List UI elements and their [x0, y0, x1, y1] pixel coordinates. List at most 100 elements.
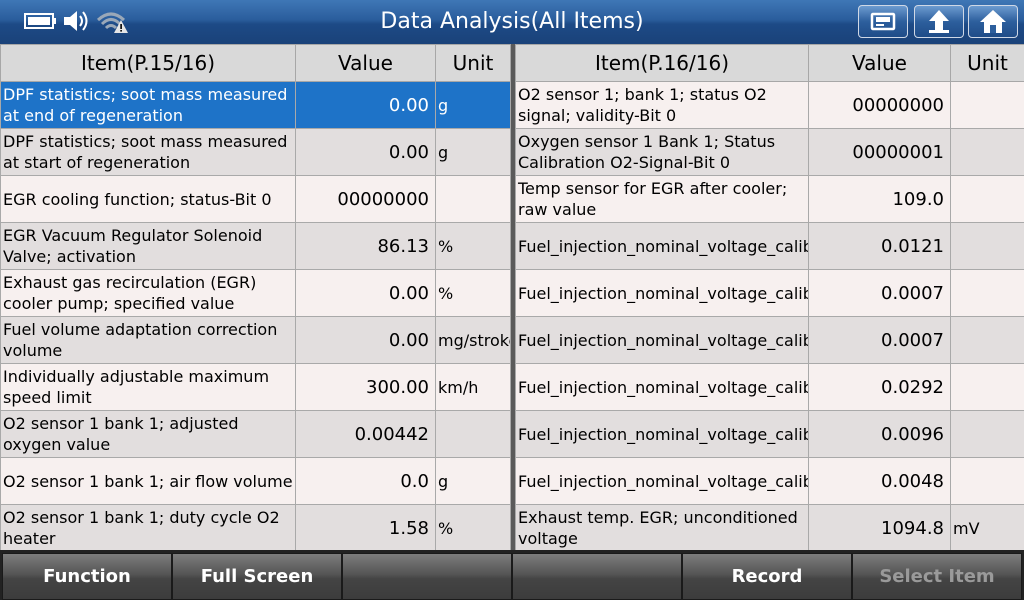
blank-button-1[interactable]	[342, 553, 512, 600]
value-cell: 00000000	[808, 81, 951, 129]
table-row[interactable]: DPF statistics; soot mass measured at en…	[0, 81, 511, 129]
item-cell: O2 sensor 1 bank 1; air flow volume	[0, 457, 296, 505]
home-button[interactable]	[968, 5, 1018, 38]
table-row[interactable]: Fuel_injection_nominal_voltage_calibrati…	[515, 363, 1024, 411]
item-cell: Fuel volume adaptation correction volume	[0, 316, 296, 364]
table-row[interactable]: Oxygen sensor 1 Bank 1; Status Calibrati…	[515, 128, 1024, 176]
blank-button-2[interactable]	[512, 553, 682, 600]
unit-cell: g	[435, 81, 511, 129]
value-cell: 0.00442	[295, 410, 436, 458]
right-table: Item(P.16/16) Value Unit O2 sensor 1; ba…	[515, 44, 1024, 552]
unit-cell	[950, 175, 1024, 223]
function-button[interactable]: Function	[2, 553, 172, 600]
table-row[interactable]: O2 sensor 1 bank 1; adjusted oxygen valu…	[0, 410, 511, 458]
table-row[interactable]: Exhaust gas recirculation (EGR) cooler p…	[0, 269, 511, 317]
unit-header: Unit	[435, 44, 511, 82]
value-cell: 0.0292	[808, 363, 951, 411]
item-cell: EGR Vacuum Regulator Solenoid Valve; act…	[0, 222, 296, 270]
item-cell: Temp sensor for EGR after cooler; raw va…	[515, 175, 809, 223]
value-cell: 1.58	[295, 504, 436, 552]
item-cell: O2 sensor 1; bank 1; status O2 signal; v…	[515, 81, 809, 129]
unit-cell: km/h	[435, 363, 511, 411]
value-cell: 300.00	[295, 363, 436, 411]
item-cell: DPF statistics; soot mass measured at en…	[0, 81, 296, 129]
item-cell: O2 sensor 1 bank 1; duty cycle O2 heater	[0, 504, 296, 552]
unit-cell	[435, 175, 511, 223]
value-cell: 0.00	[295, 316, 436, 364]
table-row[interactable]: O2 sensor 1 bank 1; duty cycle O2 heater…	[0, 504, 511, 552]
value-cell: 0.00	[295, 128, 436, 176]
select-item-button: Select Item	[852, 553, 1022, 600]
unit-cell: g	[435, 457, 511, 505]
table-row[interactable]: Fuel_injection_nominal_voltage_calibrati…	[515, 410, 1024, 458]
item-cell: Fuel_injection_nominal_voltage_calibrati…	[515, 363, 809, 411]
value-cell: 109.0	[808, 175, 951, 223]
printer-icon	[870, 12, 896, 31]
value-cell: 0.0048	[808, 457, 951, 505]
data-tables: Item(P.15/16) Value Unit DPF statistics;…	[0, 44, 1024, 552]
value-cell: 0.0	[295, 457, 436, 505]
value-cell: 0.0121	[808, 222, 951, 270]
value-cell: 0.0096	[808, 410, 951, 458]
unit-header: Unit	[950, 44, 1024, 82]
item-cell: Fuel_injection_nominal_voltage_calibrati…	[515, 222, 809, 270]
full-screen-button[interactable]: Full Screen	[172, 553, 342, 600]
item-cell: Exhaust gas recirculation (EGR) cooler p…	[0, 269, 296, 317]
unit-cell	[950, 222, 1024, 270]
table-row[interactable]: Fuel_injection_nominal_voltage_calibrati…	[515, 457, 1024, 505]
value-header: Value	[295, 44, 436, 82]
value-cell: 0.00	[295, 269, 436, 317]
battery-icon	[24, 8, 58, 34]
value-header: Value	[808, 44, 951, 82]
wifi-warning-icon	[96, 8, 130, 34]
table-row[interactable]: EGR cooling function; status-Bit 0 000000…	[0, 175, 511, 223]
record-button[interactable]: Record	[682, 553, 852, 600]
unit-cell	[950, 457, 1024, 505]
item-cell: Individually adjustable maximum speed li…	[0, 363, 296, 411]
value-cell: 86.13	[295, 222, 436, 270]
table-row[interactable]: Fuel_injection_nominal_voltage_calibrati…	[515, 269, 1024, 317]
value-cell: 1094.8	[808, 504, 951, 552]
table-row[interactable]: O2 sensor 1; bank 1; status O2 signal; v…	[515, 81, 1024, 129]
table-row[interactable]: Fuel volume adaptation correction volume…	[0, 316, 511, 364]
table-row[interactable]: Exhaust temp. EGR; unconditioned voltage…	[515, 504, 1024, 552]
left-table: Item(P.15/16) Value Unit DPF statistics;…	[0, 44, 511, 552]
value-cell: 0.00	[295, 81, 436, 129]
unit-cell	[950, 128, 1024, 176]
table-row[interactable]: Fuel_injection_nominal_voltage_calibrati…	[515, 316, 1024, 364]
unit-cell	[950, 269, 1024, 317]
unit-cell	[950, 81, 1024, 129]
back-icon	[929, 10, 949, 33]
item-cell: Fuel_injection_nominal_voltage_calibrati…	[515, 269, 809, 317]
value-cell: 0.0007	[808, 316, 951, 364]
item-cell: Fuel_injection_nominal_voltage_calibrati…	[515, 457, 809, 505]
table-row[interactable]: Individually adjustable maximum speed li…	[0, 363, 511, 411]
print-button[interactable]	[858, 5, 908, 38]
home-icon	[980, 10, 1006, 33]
table-row[interactable]: Fuel_injection_nominal_voltage_calibrati…	[515, 222, 1024, 270]
value-cell: 0.0007	[808, 269, 951, 317]
table-row[interactable]: EGR Vacuum Regulator Solenoid Valve; act…	[0, 222, 511, 270]
back-button[interactable]	[914, 5, 964, 38]
unit-cell: mV	[950, 504, 1024, 552]
unit-cell	[435, 410, 511, 458]
item-cell: EGR cooling function; status-Bit 0	[0, 175, 296, 223]
speaker-icon[interactable]	[62, 8, 92, 34]
item-cell: O2 sensor 1 bank 1; adjusted oxygen valu…	[0, 410, 296, 458]
bottom-toolbar: Function Full Screen Record Select Item	[0, 550, 1024, 600]
item-cell: Exhaust temp. EGR; unconditioned voltage	[515, 504, 809, 552]
item-cell: Fuel_injection_nominal_voltage_calibrati…	[515, 316, 809, 364]
table-row[interactable]: O2 sensor 1 bank 1; air flow volume 0.0 g	[0, 457, 511, 505]
value-cell: 00000000	[295, 175, 436, 223]
item-cell: DPF statistics; soot mass measured at st…	[0, 128, 296, 176]
value-cell: 00000001	[808, 128, 951, 176]
unit-cell: mg/stroke	[435, 316, 511, 364]
unit-cell: g	[435, 128, 511, 176]
table-row[interactable]: Temp sensor for EGR after cooler; raw va…	[515, 175, 1024, 223]
unit-cell	[950, 410, 1024, 458]
item-header: Item(P.16/16)	[515, 44, 809, 82]
unit-cell: %	[435, 269, 511, 317]
title-bar: Data Analysis(All Items)	[0, 0, 1024, 44]
item-cell: Oxygen sensor 1 Bank 1; Status Calibrati…	[515, 128, 809, 176]
table-row[interactable]: DPF statistics; soot mass measured at st…	[0, 128, 511, 176]
